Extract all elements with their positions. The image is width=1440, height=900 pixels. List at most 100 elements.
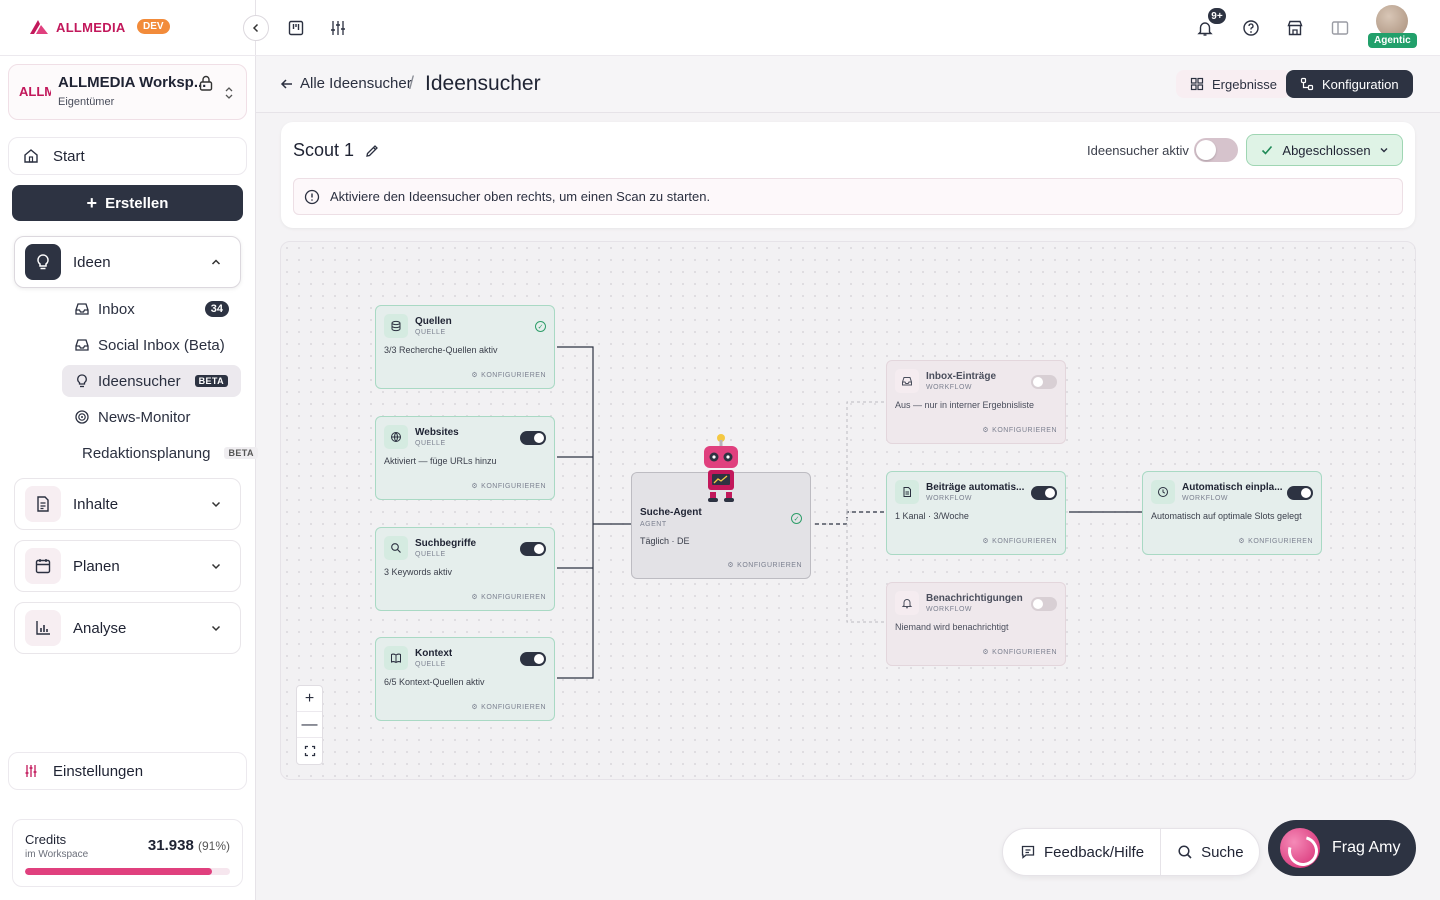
flow-node-suchbegriffe[interactable]: Suchbegriffe QUELLE 3 Keywords aktiv ⚙ KO… bbox=[375, 527, 555, 611]
tab-ergebnisse[interactable]: Ergebnisse bbox=[1176, 70, 1292, 98]
configure-link[interactable]: ⚙ KONFIGURIEREN bbox=[471, 482, 546, 491]
zoom-out-button[interactable]: — bbox=[297, 712, 322, 738]
chevron-down-icon bbox=[211, 625, 221, 632]
sidebar-item-ideensucher[interactable]: Ideensucher BETA bbox=[62, 365, 241, 397]
configure-link[interactable]: ⚙ KONFIGURIEREN bbox=[982, 648, 1057, 657]
tab-label: Konfiguration bbox=[1322, 76, 1399, 92]
flow-node-quellen[interactable]: Quellen QUELLE ✓ 3/3 Recherche-Quellen a… bbox=[375, 305, 555, 389]
flow-node-beitraege[interactable]: Beiträge automatis... WORKFLOW 1 Kanal ·… bbox=[886, 471, 1066, 555]
node-toggle[interactable] bbox=[1031, 375, 1057, 389]
flow-node-benachrichtigungen[interactable]: Benachrichtigungen WORKFLOW Niemand wird… bbox=[886, 582, 1066, 666]
back-link-label: Alle Ideensucher bbox=[300, 75, 412, 92]
zoom-in-button[interactable]: + bbox=[297, 686, 322, 712]
node-toggle[interactable] bbox=[1031, 486, 1057, 500]
beta-badge: BETA bbox=[194, 375, 228, 387]
node-toggle[interactable] bbox=[520, 431, 546, 445]
node-title: Automatisch einpla... bbox=[1182, 482, 1283, 493]
node-title: Quellen bbox=[415, 316, 452, 327]
scout-name: Scout 1 bbox=[293, 140, 355, 160]
nav-group-inhalte[interactable]: Inhalte bbox=[14, 478, 241, 530]
configure-link[interactable]: ⚙ KONFIGURIEREN bbox=[1238, 537, 1313, 546]
pencil-icon[interactable] bbox=[364, 143, 380, 159]
status-dropdown[interactable]: Abgeschlossen bbox=[1246, 134, 1403, 166]
inbox-count-badge: 34 bbox=[204, 301, 229, 317]
flow-node-automatisch-einplanen[interactable]: Automatisch einpla... WORKFLOW Automatis… bbox=[1142, 471, 1322, 555]
node-title: Suche-Agent bbox=[640, 507, 702, 518]
node-kind: QUELLE bbox=[415, 329, 446, 336]
book-icon bbox=[384, 646, 408, 670]
sidebar-item-label: Inbox bbox=[98, 300, 135, 318]
node-toggle[interactable] bbox=[520, 652, 546, 666]
flow-node-websites[interactable]: Websites QUELLE Aktiviert — füge URLs hi… bbox=[375, 416, 555, 500]
sidebar-item-inbox[interactable]: Inbox 34 bbox=[62, 293, 241, 325]
kanban-icon[interactable] bbox=[286, 18, 306, 38]
credits-label: Credits bbox=[25, 832, 67, 847]
radar-icon bbox=[75, 410, 89, 424]
fit-view-button[interactable] bbox=[297, 738, 322, 764]
brand-logo[interactable]: ALLMEDIA bbox=[28, 18, 126, 36]
nav-group-planen[interactable]: Planen bbox=[14, 540, 241, 592]
node-description: Niemand wird benachrichtigt bbox=[895, 622, 1009, 632]
bell-icon bbox=[895, 591, 919, 615]
nav-start-label: Start bbox=[53, 147, 85, 165]
node-toggle[interactable] bbox=[1031, 597, 1057, 611]
store-icon[interactable] bbox=[1285, 18, 1305, 38]
document-icon bbox=[25, 486, 61, 522]
back-link[interactable]: Alle Ideensucher bbox=[280, 75, 412, 92]
breadcrumb-separator: / bbox=[409, 73, 415, 93]
configure-link[interactable]: ⚙ KONFIGURIEREN bbox=[727, 561, 802, 570]
status-label: Abgeschlossen bbox=[1282, 142, 1371, 158]
node-description: Aktiviert — füge URLs hinzu bbox=[384, 456, 497, 466]
configure-link[interactable]: ⚙ KONFIGURIEREN bbox=[471, 371, 546, 380]
toggle-knob bbox=[1196, 140, 1216, 160]
gear-icon: ⚙ bbox=[471, 704, 479, 711]
node-kind: QUELLE bbox=[415, 551, 446, 558]
configure-label: KONFIGURIEREN bbox=[737, 561, 802, 569]
tab-konfiguration[interactable]: Konfiguration bbox=[1286, 70, 1413, 98]
help-icon[interactable] bbox=[1241, 18, 1261, 38]
flow-node-kontext[interactable]: Kontext QUELLE 6/5 Kontext-Quellen aktiv… bbox=[375, 637, 555, 721]
sidebar-item-redaktionsplanung[interactable]: Redaktionsplanung BETA bbox=[70, 437, 258, 469]
nav-group-ideen[interactable]: Ideen bbox=[14, 236, 241, 288]
sidebar-item-social-inbox[interactable]: Social Inbox (Beta) bbox=[62, 329, 241, 361]
ask-amy-button[interactable]: Frag Amy bbox=[1268, 820, 1416, 876]
filter-sliders-icon[interactable] bbox=[328, 18, 348, 38]
collapse-sidebar-button[interactable] bbox=[243, 15, 269, 41]
nav-group-label: Ideen bbox=[73, 253, 111, 271]
scout-active-toggle[interactable] bbox=[1194, 138, 1238, 162]
sidebar-panel-icon[interactable] bbox=[1330, 18, 1350, 38]
chevron-down-icon bbox=[211, 563, 221, 570]
create-button[interactable]: + Erstellen bbox=[12, 185, 243, 221]
sidebar-item-news-monitor[interactable]: News-Monitor bbox=[62, 401, 241, 433]
node-kind: AGENT bbox=[640, 521, 667, 528]
workspace-name: ALLMEDIA Worksp... bbox=[58, 74, 207, 91]
search-label: Suche bbox=[1201, 843, 1244, 861]
configure-link[interactable]: ⚙ KONFIGURIEREN bbox=[982, 426, 1057, 435]
gear-icon: ⚙ bbox=[982, 538, 990, 545]
configure-label: KONFIGURIEREN bbox=[992, 426, 1057, 434]
configure-link[interactable]: ⚙ KONFIGURIEREN bbox=[982, 537, 1057, 546]
feedback-button[interactable]: Feedback/Hilfe bbox=[1003, 829, 1160, 875]
configure-label: KONFIGURIEREN bbox=[481, 371, 546, 379]
credits-progress-bar bbox=[25, 868, 230, 875]
nav-group-analyse[interactable]: Analyse bbox=[14, 602, 241, 654]
node-toggle[interactable] bbox=[520, 542, 546, 556]
nav-start[interactable]: Start bbox=[8, 137, 247, 175]
node-description: 3 Keywords aktiv bbox=[384, 567, 453, 577]
gear-icon: ⚙ bbox=[471, 483, 479, 490]
page-title: Ideensucher bbox=[425, 72, 541, 95]
nav-settings[interactable]: Einstellungen bbox=[8, 752, 247, 790]
workspace-logo: ALLMEDIA bbox=[19, 84, 51, 99]
arrow-left-icon bbox=[280, 78, 292, 89]
info-icon bbox=[304, 189, 320, 204]
search-button[interactable]: Suche bbox=[1161, 829, 1244, 875]
beta-badge: BETA bbox=[224, 447, 258, 459]
plus-icon: + bbox=[304, 689, 315, 707]
configure-link[interactable]: ⚙ KONFIGURIEREN bbox=[471, 703, 546, 712]
workspace-switcher[interactable]: ALLMEDIA ALLMEDIA Worksp... Eigentümer bbox=[8, 64, 247, 120]
gear-icon: ⚙ bbox=[471, 594, 479, 601]
node-toggle[interactable] bbox=[1287, 486, 1313, 500]
configure-link[interactable]: ⚙ KONFIGURIEREN bbox=[471, 593, 546, 602]
flow-canvas[interactable]: Quellen QUELLE ✓ 3/3 Recherche-Quellen a… bbox=[280, 241, 1416, 780]
flow-node-inbox-eintraege[interactable]: Inbox-Einträge WORKFLOW Aus — nur in int… bbox=[886, 360, 1066, 444]
